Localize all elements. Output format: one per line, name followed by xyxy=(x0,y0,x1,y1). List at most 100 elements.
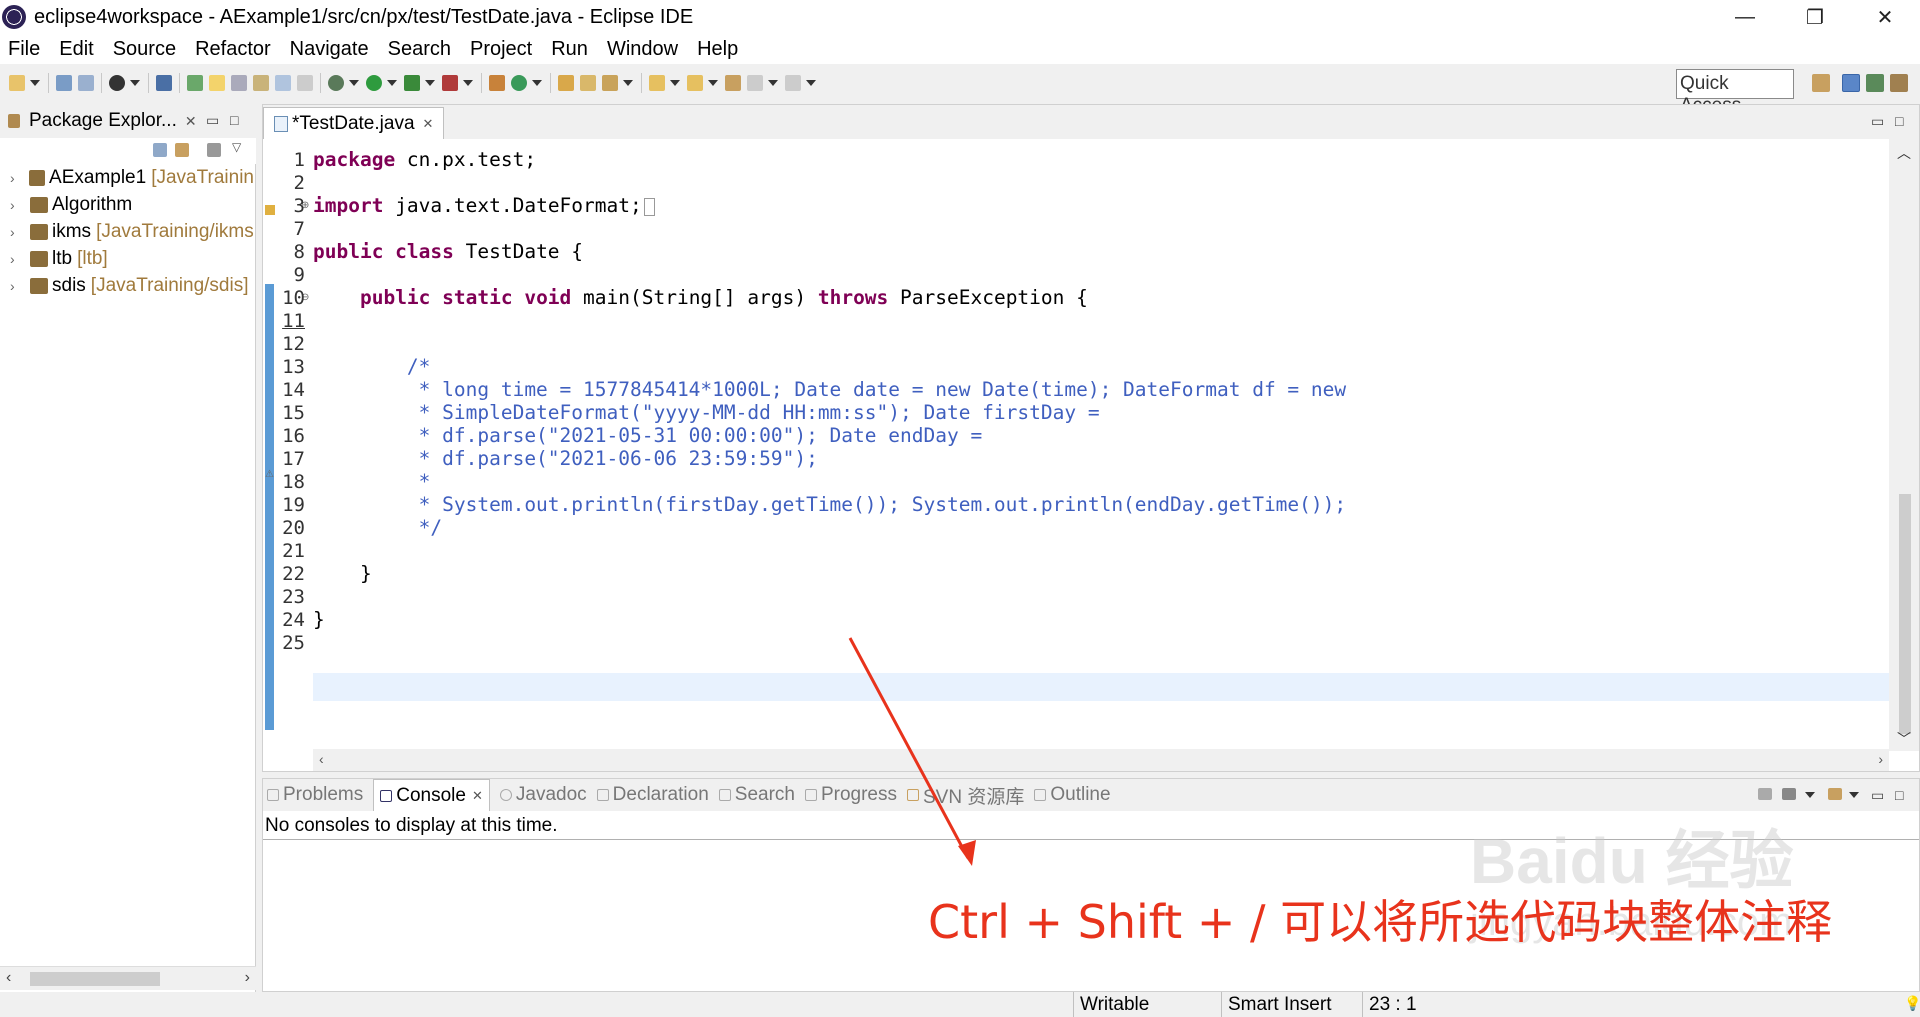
link-with-editor-icon[interactable] xyxy=(175,143,189,157)
expand-chevron-icon[interactable]: › xyxy=(10,251,22,267)
run-icon[interactable] xyxy=(366,75,382,91)
menu-run[interactable]: Run xyxy=(551,38,588,61)
scroll-down-icon[interactable]: ﹀ xyxy=(1897,729,1911,749)
scroll-right-icon[interactable]: › xyxy=(245,969,250,987)
next-annotation-dropdown-icon[interactable] xyxy=(670,80,680,86)
close-icon[interactable]: ✕ xyxy=(185,113,197,130)
word-wrap-icon[interactable] xyxy=(231,75,247,91)
menu-help[interactable]: Help xyxy=(697,38,738,61)
back-dropdown-icon[interactable] xyxy=(768,80,778,86)
restore-button[interactable]: ❐ xyxy=(1780,0,1850,34)
close-icon[interactable]: ✕ xyxy=(472,788,483,804)
maximize-view-icon[interactable]: □ xyxy=(1895,787,1903,803)
new-console-dropdown-icon[interactable] xyxy=(1849,792,1859,798)
search-dropdown-icon[interactable] xyxy=(623,80,633,86)
open-console-icon[interactable] xyxy=(1758,788,1772,800)
pilcrow-icon[interactable] xyxy=(297,75,313,91)
tab-declaration[interactable]: Declaration xyxy=(596,784,709,806)
previous-annotation-dropdown-icon[interactable] xyxy=(708,80,718,86)
forward-icon[interactable] xyxy=(785,75,801,91)
tree-item-aexample1[interactable]: › AExample1 [JavaTrainin xyxy=(0,164,254,191)
tab-console[interactable]: Console ✕ xyxy=(373,779,490,811)
minimize-button[interactable]: — xyxy=(1710,0,1780,34)
new-icon[interactable] xyxy=(9,75,25,91)
maximize-view-icon[interactable]: □ xyxy=(1895,113,1903,129)
menu-navigate[interactable]: Navigate xyxy=(290,38,369,61)
menu-refactor[interactable]: Refactor xyxy=(195,38,271,61)
save-all-icon[interactable] xyxy=(78,75,94,91)
menu-file[interactable]: File xyxy=(8,38,40,61)
new-class-dropdown-icon[interactable] xyxy=(532,80,542,86)
open-task-icon[interactable] xyxy=(580,75,596,91)
tree-item-sdis[interactable]: › sdis [JavaTraining/sdis] xyxy=(0,272,254,299)
toggle-mark-occurrences-icon[interactable] xyxy=(209,75,225,91)
scroll-up-icon[interactable]: ︿ xyxy=(1897,143,1911,163)
collapse-all-icon[interactable] xyxy=(153,143,167,157)
tab-search[interactable]: Search xyxy=(718,784,795,806)
package-explorer-tab[interactable]: Package Explor... ✕ ▭ □ xyxy=(0,104,256,138)
tree-item-ltb[interactable]: › ltb [ltb] xyxy=(0,245,254,272)
quick-access-field[interactable]: Quick Access xyxy=(1676,69,1794,116)
tab-problems[interactable]: Problems xyxy=(267,784,363,806)
tab-outline[interactable]: Outline xyxy=(1034,784,1111,806)
scrollbar-thumb[interactable] xyxy=(1899,494,1911,734)
tab-svn-repository[interactable]: SVN 资源库 xyxy=(907,782,1024,809)
close-button[interactable]: ✕ xyxy=(1850,0,1920,34)
minimize-view-icon[interactable]: ▭ xyxy=(206,112,219,129)
scroll-left-icon[interactable]: ‹ xyxy=(6,969,11,987)
save-icon[interactable] xyxy=(56,75,72,91)
block-selection-icon[interactable] xyxy=(253,75,269,91)
filter-icon[interactable] xyxy=(207,143,221,157)
lightbulb-icon[interactable]: 💡 xyxy=(1904,995,1920,1012)
coverage-run-icon[interactable] xyxy=(404,75,420,91)
new-java-package-icon[interactable] xyxy=(489,75,505,91)
run-dropdown-icon[interactable] xyxy=(387,80,397,86)
scroll-right-icon[interactable]: › xyxy=(1878,751,1883,767)
coverage-icon[interactable] xyxy=(109,75,125,91)
tree-item-ikms[interactable]: › ikms [JavaTraining/ikms xyxy=(0,218,254,245)
forward-dropdown-icon[interactable] xyxy=(806,80,816,86)
show-whitespace-icon[interactable] xyxy=(275,75,291,91)
tab-progress[interactable]: Progress xyxy=(804,784,897,806)
last-edit-location-icon[interactable] xyxy=(725,75,741,91)
previous-annotation-icon[interactable] xyxy=(687,75,703,91)
debug-dropdown-icon[interactable] xyxy=(349,80,359,86)
menu-search[interactable]: Search xyxy=(388,38,451,61)
next-annotation-icon[interactable] xyxy=(649,75,665,91)
view-menu-icon[interactable]: ▽ xyxy=(232,140,241,154)
menu-edit[interactable]: Edit xyxy=(59,38,93,61)
scrollbar-thumb[interactable] xyxy=(30,972,160,986)
search-tool-icon[interactable] xyxy=(602,75,618,91)
maximize-view-icon[interactable]: □ xyxy=(230,112,238,128)
expand-chevron-icon[interactable]: › xyxy=(10,197,22,213)
svn-perspective-icon[interactable] xyxy=(1890,74,1908,92)
back-icon[interactable] xyxy=(747,75,763,91)
skip-breakpoints-icon[interactable] xyxy=(156,75,172,91)
folded-imports-box[interactable] xyxy=(643,197,655,216)
code-text-area[interactable]: package cn.px.test; import java.text.Dat… xyxy=(313,139,1889,751)
java-perspective-icon[interactable] xyxy=(1842,74,1860,92)
coverage-run-dropdown-icon[interactable] xyxy=(425,80,435,86)
expand-chevron-icon[interactable]: › xyxy=(10,224,22,240)
menu-project[interactable]: Project xyxy=(470,38,532,61)
new-dropdown-icon[interactable] xyxy=(30,80,40,86)
menu-source[interactable]: Source xyxy=(113,38,176,61)
editor-tab-testdate[interactable]: *TestDate.java ✕ xyxy=(263,107,445,139)
open-type-icon[interactable] xyxy=(187,75,203,91)
open-folder-icon[interactable] xyxy=(558,75,574,91)
minimize-view-icon[interactable]: ▭ xyxy=(1871,787,1884,804)
expand-chevron-icon[interactable]: › xyxy=(10,170,21,186)
expand-chevron-icon[interactable]: › xyxy=(10,278,22,294)
minimize-view-icon[interactable]: ▭ xyxy=(1871,113,1884,130)
horizontal-scrollbar[interactable]: ‹ › xyxy=(0,966,256,990)
scroll-left-icon[interactable]: ‹ xyxy=(319,751,324,767)
external-tools-icon[interactable] xyxy=(442,75,458,91)
display-console-icon[interactable] xyxy=(1782,788,1796,800)
coverage-dropdown-icon[interactable] xyxy=(130,80,140,86)
external-tools-dropdown-icon[interactable] xyxy=(463,80,473,86)
vertical-scrollbar[interactable]: ︿ ﹀ xyxy=(1889,139,1919,751)
close-icon[interactable]: ✕ xyxy=(423,116,434,132)
open-perspective-icon[interactable] xyxy=(1812,74,1830,92)
display-console-dropdown-icon[interactable] xyxy=(1805,792,1815,798)
tab-javadoc[interactable]: Javadoc xyxy=(499,784,587,806)
